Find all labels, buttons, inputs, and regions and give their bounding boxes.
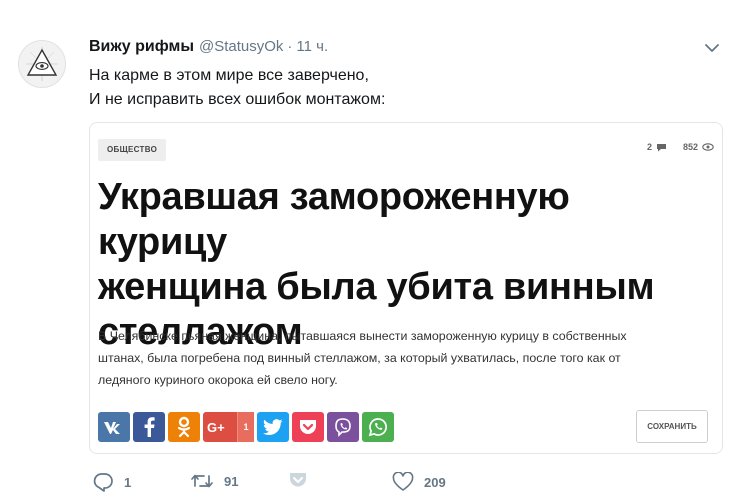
viber-share-button[interactable] [327,412,359,442]
whatsapp-share-button[interactable] [362,412,394,442]
google-plus-icon: G+ [207,420,225,434]
views-count: 852 [682,142,698,152]
retweet-count: 91 [224,473,239,489]
google-plus-share-button[interactable]: G+ 1 [203,412,254,442]
pocket-share-button[interactable] [292,412,324,442]
retweet-button[interactable]: 91 [190,472,238,490]
odnoklassniki-share-button[interactable] [168,412,200,442]
eye-icon [702,143,714,151]
reply-button[interactable]: 1 [92,472,131,492]
separator: · [287,38,293,55]
vk-icon [104,422,120,434]
svg-text:G+: G+ [207,420,225,434]
timestamp[interactable]: 11 ч. [296,38,328,55]
whatsapp-icon [368,418,387,437]
retweet-icon [191,474,213,488]
all-seeing-eye-icon [26,47,58,81]
summary-line: штанах, была погребена под винный стелла… [98,351,621,365]
vk-share-button[interactable] [98,412,130,442]
twitter-share-button[interactable] [257,412,289,442]
tweet-text: На карме в этом мире все заверчено, И не… [89,64,385,112]
tweet-actions: 1 91 209 [89,472,589,500]
odnoklassniki-icon [177,416,191,438]
article-stats: 2 852 [647,142,714,152]
pocket-action-button[interactable] [288,472,308,488]
summary-line: ледяного куриного окорока ей свело ногу. [98,373,338,387]
tweet: Вижу рифмы @StatusyOk · 11 ч. На карме в… [0,0,738,504]
attached-image[interactable]: ОБЩЕСТВО 2 852 Укравшая замороженную кур… [89,122,723,454]
share-buttons: G+ 1 [98,412,394,442]
like-button[interactable]: 209 [392,472,446,492]
category-tag: ОБЩЕСТВО [98,139,167,161]
viber-icon [335,418,351,437]
tweet-text-line: На карме в этом мире все заверчено, [89,67,369,84]
article-summary: В Челябинске пьяная женщина, пытавшаяся … [98,325,698,391]
facebook-icon [144,417,155,437]
avatar[interactable] [18,40,66,88]
tweet-header: Вижу рифмы @StatusyOk · 11 ч. [89,38,328,56]
comment-bubble-icon [656,143,666,151]
reply-icon [93,473,113,492]
save-button[interactable]: СОХРАНИТЬ [636,410,708,443]
author-name[interactable]: Вижу рифмы [89,38,194,56]
comments-count: 2 [646,142,652,152]
summary-line: В Челябинске пьяная женщина, пытавшаяся … [98,329,627,343]
pocket-icon [290,473,306,487]
chevron-down-icon[interactable] [702,40,722,56]
tweet-text-line: И не исправить всех ошибок монтажом: [89,91,386,108]
facebook-share-button[interactable] [133,412,165,442]
author-handle[interactable]: @StatusyOk [199,38,283,55]
pocket-icon [300,420,316,434]
reply-count: 1 [124,474,132,490]
heart-icon [392,472,414,491]
twitter-icon [263,419,283,435]
headline-line: Укравшая замороженную курицу [98,176,570,263]
google-plus-count: 1 [237,412,254,442]
like-count: 209 [424,474,446,490]
headline-line: женщина была убита винным [98,266,655,308]
